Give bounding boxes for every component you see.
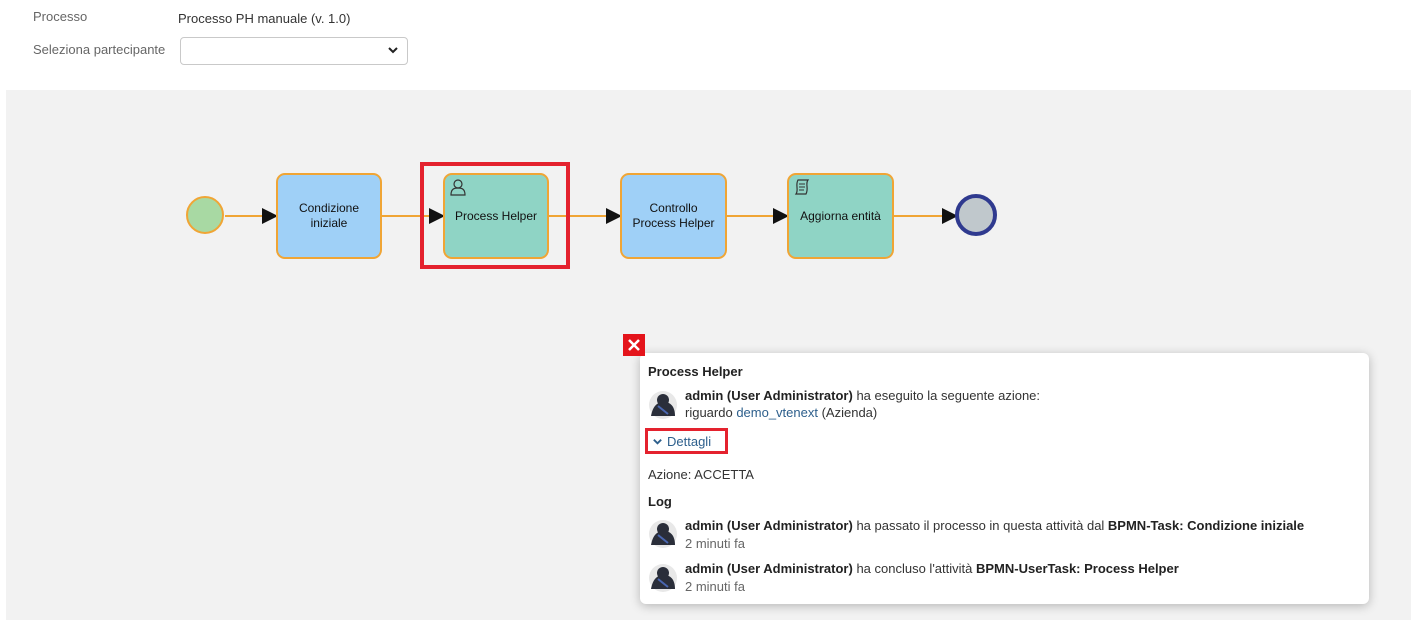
details-toggle[interactable]: Dettagli	[645, 428, 728, 454]
action-line: admin (User Administrator) ha eseguito l…	[685, 388, 1040, 403]
action-value: Azione: ACCETTA	[648, 467, 754, 482]
popup-title: Process Helper	[648, 364, 743, 379]
log-entry: admin (User Administrator) ha passato il…	[685, 518, 1304, 533]
log-text: ha passato il processo in questa attivit…	[852, 518, 1108, 533]
log-text: ha concluso l'attività	[852, 561, 976, 576]
end-event	[955, 194, 997, 236]
task-label: Aggiorna entità	[800, 208, 881, 223]
log-time: 2 minuti fa	[685, 536, 745, 551]
log-target: BPMN-UserTask: Process Helper	[976, 561, 1179, 576]
details-label: Dettagli	[667, 433, 712, 449]
close-button[interactable]	[623, 334, 645, 356]
log-user: admin (User Administrator)	[685, 518, 853, 533]
avatar	[649, 520, 677, 548]
action-text: ha eseguito la seguente azione:	[852, 388, 1041, 403]
task-label: iniziale	[310, 216, 348, 230]
task-controllo-process-helper[interactable]: Controllo Process Helper	[620, 173, 727, 259]
log-title: Log	[648, 494, 672, 509]
close-icon	[628, 339, 640, 351]
avatar	[649, 391, 677, 419]
regarding-prefix: riguardo	[685, 405, 737, 420]
task-label: Process Helper	[632, 216, 715, 230]
regarding-link[interactable]: demo_vtenext	[736, 405, 818, 420]
start-event	[186, 196, 224, 234]
log-time: 2 minuti fa	[685, 579, 745, 594]
log-target: BPMN-Task: Condizione iniziale	[1107, 518, 1305, 533]
avatar	[649, 564, 677, 592]
highlight-box	[420, 162, 570, 269]
regarding-suffix: (Azienda)	[817, 405, 878, 420]
user-name: admin (User Administrator)	[685, 388, 853, 403]
regarding-line: riguardo demo_vtenext (Azienda)	[685, 405, 877, 420]
log-user: admin (User Administrator)	[685, 561, 853, 576]
log-entry: admin (User Administrator) ha concluso l…	[685, 561, 1179, 576]
chevron-down-icon	[653, 438, 662, 445]
task-label: Condizione	[298, 201, 360, 215]
script-task-icon	[794, 179, 810, 195]
task-label: Controllo	[649, 201, 698, 215]
task-aggiorna-entita[interactable]: Aggiorna entità	[787, 173, 894, 259]
task-condizione-iniziale[interactable]: Condizione iniziale	[276, 173, 382, 259]
